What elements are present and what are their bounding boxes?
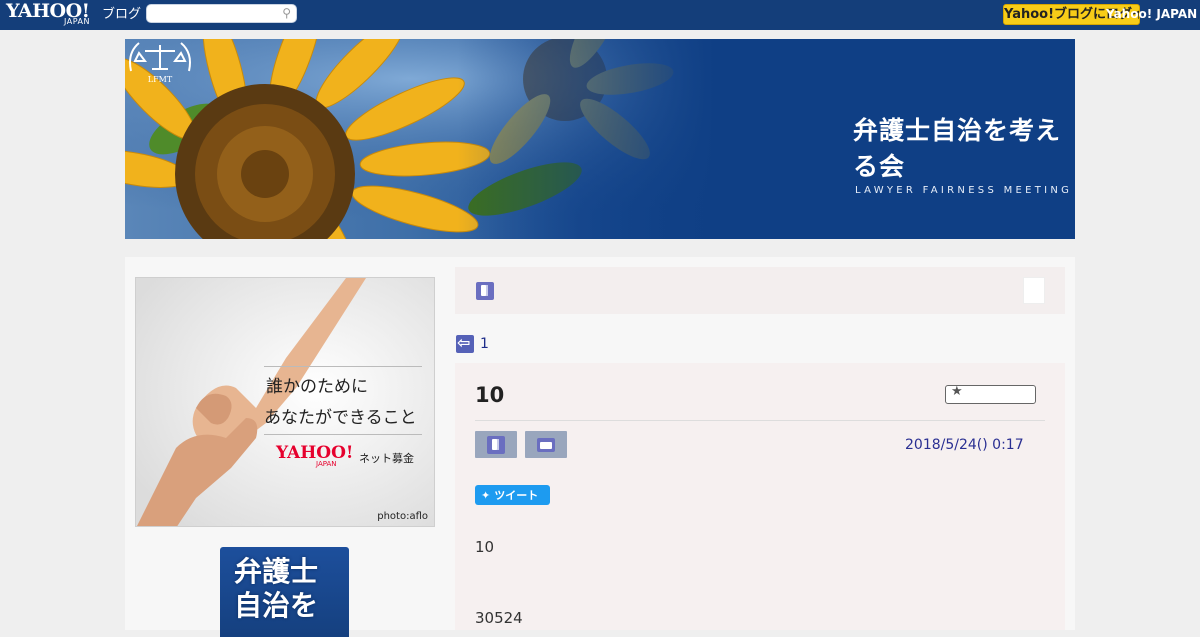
ad-divider (264, 366, 422, 367)
book-icon (487, 435, 505, 454)
twitter-bird-icon: ✦ (481, 488, 491, 502)
scales-emblem-icon: LFMT (129, 42, 191, 84)
ad-service-text: ネット募金 (359, 452, 414, 465)
arrow-left-icon[interactable] (456, 333, 474, 353)
emblem-text: LFMT (148, 75, 173, 84)
yahoo-blog-logo[interactable]: YAHOO! JAPAN ブログ (6, 1, 141, 26)
favorite-button[interactable]: ★ (945, 384, 1036, 404)
book-icon[interactable] (476, 282, 494, 300)
search-input[interactable] (153, 8, 282, 26)
category-bar-box[interactable] (1023, 277, 1045, 304)
ad-logo-sub: JAPAN (316, 460, 337, 468)
article-body-text: 10 (475, 538, 495, 556)
service-name: ブログ (102, 7, 142, 22)
sidebar-ad-banner[interactable]: 誰かのために あなたができること YAHOO! JAPAN ネット募金 phot… (135, 277, 435, 527)
article: 10 ★ 2018/5/24() 0:17 ✦ ツイート 10 30524 (455, 363, 1065, 630)
blog-subtitle: LAWYER FAIRNESS MEETING THINKS (855, 185, 1075, 196)
ad-headline-2: あなたができること (264, 408, 417, 428)
search-icon[interactable]: ⚲ (282, 6, 291, 20)
previous-article-link[interactable]: 1 (456, 333, 489, 353)
tweet-button[interactable]: ✦ ツイート (475, 485, 550, 505)
post-date: 2018/5/24() 0:17 (905, 437, 1024, 453)
ad-yahoo-logo: YAHOO! JAPAN (276, 443, 354, 468)
ad-divider (264, 434, 422, 435)
sidebar-book-image[interactable]: 弁護士自治を (220, 547, 349, 637)
article-body-text: 30524 (475, 609, 523, 627)
category-bar (455, 267, 1065, 314)
ad-logo-text: YAHOO! (276, 443, 354, 463)
search-box[interactable]: ⚲ (146, 4, 297, 26)
ad-photo-credit: photo:aflo (377, 511, 428, 522)
title-divider (475, 420, 1045, 421)
article-title: 10 (475, 383, 505, 407)
yahoo-japan-link[interactable]: Yahoo! JAPAN (1106, 7, 1197, 21)
logo-sub-text: JAPAN (64, 17, 90, 26)
tweet-label: ツイート (494, 489, 539, 502)
blog-title: 弁護士自治を考える会 (853, 116, 1062, 181)
book-category-button[interactable] (475, 431, 517, 458)
book-title: 弁護士自治を (234, 555, 319, 622)
folder-button[interactable] (525, 431, 567, 458)
top-navigation-bar: YAHOO! JAPAN ブログ ⚲ Yahoo!ブログにログイン Yahoo!… (0, 0, 1200, 30)
previous-article-label[interactable]: 1 (480, 336, 489, 352)
star-icon: ★ (951, 384, 963, 399)
ad-headline-1: 誰かのために (266, 377, 368, 397)
folder-icon (537, 437, 555, 452)
blog-header-banner[interactable]: LFMT 弁護士自治を考える会 LAWYER FAIRNESS MEETING … (125, 39, 1075, 239)
